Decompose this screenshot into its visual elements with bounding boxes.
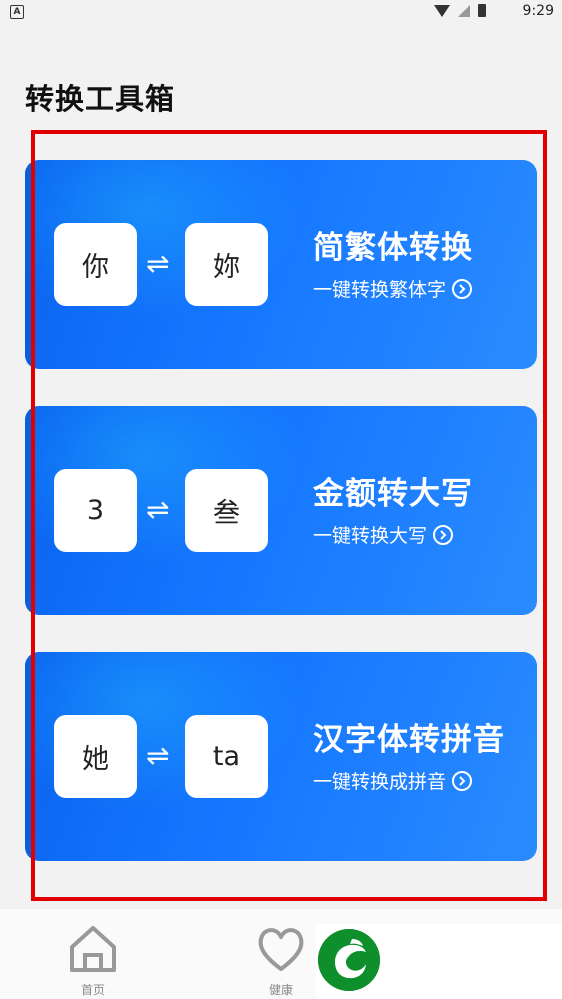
card-subtitle[interactable]: 一键转换大写 [313, 521, 454, 548]
wifi-icon [434, 4, 450, 17]
nav-health-label: 健康 [268, 983, 293, 997]
signal-icon [458, 4, 470, 17]
chevron-right-circle-icon[interactable] [433, 524, 454, 545]
source-char-box: 3 [54, 469, 137, 552]
card-title: 金额转大写 [313, 476, 473, 512]
card-subtitle-text: 一键转换繁体字 [313, 279, 447, 301]
nav-home-label: 首页 [80, 983, 105, 997]
target-char-box: 叁 [185, 469, 268, 552]
chevron-right-circle-icon[interactable] [452, 770, 473, 791]
source-char-box: 她 [54, 715, 137, 798]
target-char-box: 妳 [185, 223, 268, 306]
nav-health[interactable]: 健康 [241, 923, 321, 998]
target-char-box: ta [185, 715, 268, 798]
swap-icon: ⇌ [146, 247, 170, 280]
bottom-nav: 首页 健康 [0, 909, 562, 999]
home-icon [70, 926, 116, 972]
card-subtitle[interactable]: 一键转换繁体字 [313, 275, 473, 302]
card-subtitle-text: 一键转换成拼音 [313, 771, 447, 793]
page-title: 转换工具箱 [25, 82, 176, 116]
battery-icon [478, 4, 486, 17]
heart-icon [258, 928, 304, 971]
card-amount-uppercase[interactable]: 3 ⇌ 叁 金额转大写 一键转换大写 [25, 406, 537, 615]
card-subtitle[interactable]: 一键转换成拼音 [313, 767, 473, 794]
card-title: 简繁体转换 [313, 230, 473, 266]
swap-icon: ⇌ [146, 493, 170, 526]
card-simplified-traditional[interactable]: 你 ⇌ 妳 简繁体转换 一键转换繁体字 [25, 160, 537, 369]
card-hanzi-pinyin[interactable]: 她 ⇌ ta 汉字体转拼音 一键转换成拼音 [25, 652, 537, 861]
chevron-right-circle-icon[interactable] [452, 278, 473, 299]
status-bar: A 9:29 [0, 0, 562, 24]
status-time: 9:29 [522, 3, 554, 19]
source-char-box: 你 [54, 223, 137, 306]
app-logo-icon[interactable] [318, 929, 380, 991]
swap-icon: ⇌ [146, 739, 170, 772]
card-title: 汉字体转拼音 [313, 722, 505, 758]
app-notification-icon: A [10, 5, 24, 19]
card-subtitle-text: 一键转换大写 [313, 525, 428, 547]
nav-home[interactable]: 首页 [53, 923, 133, 998]
